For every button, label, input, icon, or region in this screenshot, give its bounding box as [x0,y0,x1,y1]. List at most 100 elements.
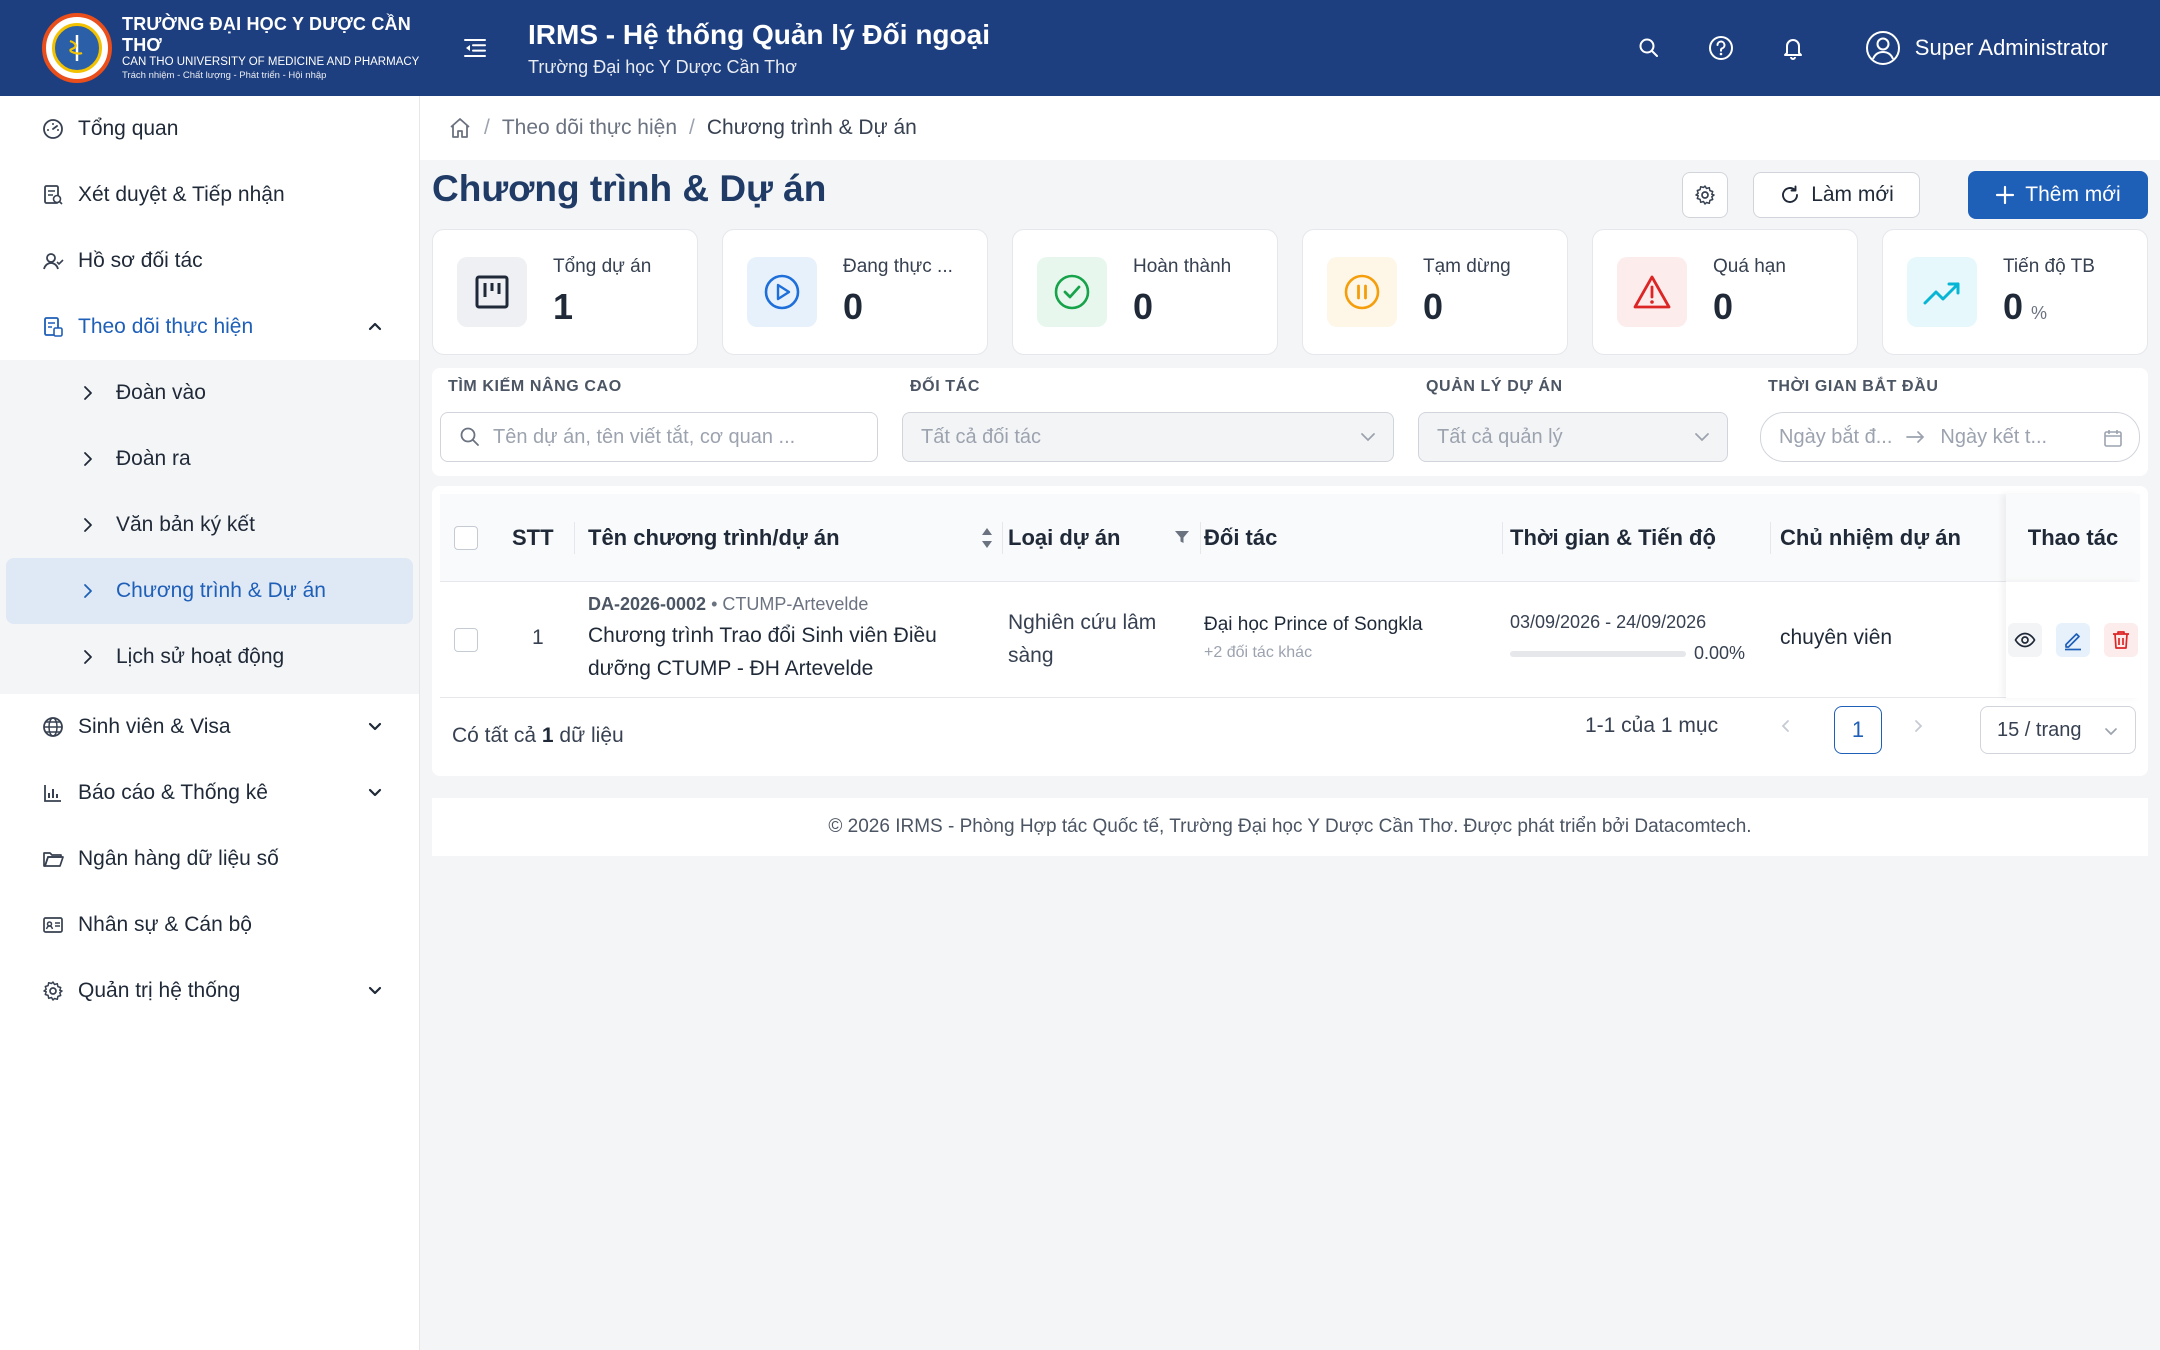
sidebar-item-partners[interactable]: Hồ sơ đối tác [0,228,419,294]
total-prefix: Có tất cả [452,724,542,747]
sidebar-item-review[interactable]: Xét duyệt & Tiếp nhận [0,162,419,228]
stat-card-completed[interactable]: Hoàn thành 0 [1012,229,1278,355]
sidebar-item-personnel[interactable]: Nhân sự & Cán bộ [0,892,419,958]
chevron-down-icon [1695,433,1709,442]
date-start-placeholder[interactable]: Ngày bắt đ... [1779,426,1892,449]
chevron-right-icon [84,386,92,400]
chevron-right-icon [84,650,92,664]
row-actions [2006,582,2140,698]
trend-up-icon [1923,282,1960,305]
pagination-range: 1-1 của 1 mục [1585,714,1719,737]
sort-icon[interactable] [980,526,994,550]
notifications-button[interactable] [1765,20,1821,76]
delete-button[interactable] [2104,623,2138,657]
breadcrumb-current: Chương trình & Dự án [706,116,917,139]
stat-card-in-progress[interactable]: Đang thực ... 0 [722,229,988,355]
page-size-select[interactable]: 15 / trang [1980,706,2136,754]
sidebar-subitem-outgoing-delegations[interactable]: Đoàn ra [0,426,419,492]
pause-icon [1344,274,1380,310]
top-header: TRƯỜNG ĐẠI HỌC Y DƯỢC CẦN THƠ CAN THO UN… [0,0,2160,96]
sidebar-item-reports[interactable]: Báo cáo & Thống kê [0,760,419,826]
search-icon [1639,38,1658,57]
projects-table: STT Tên chương trình/dự án Loại dự án Đố… [432,486,2148,776]
stat-label: Tổng dự án [553,256,652,277]
manager-select-value: Tất cả quản lý [1437,425,1563,448]
sidebar-item-label: Quản trị hệ thống [78,979,241,1002]
chevron-right-icon [84,452,92,466]
university-logo[interactable]: TRƯỜNG ĐẠI HỌC Y DƯỢC CẦN THƠ CAN THO UN… [0,0,420,96]
sidebar-subitem-activity-history[interactable]: Lịch sử hoạt động [0,624,419,690]
chevron-down-icon [368,788,382,797]
stat-icon-box [747,257,817,327]
stat-card-avg-progress[interactable]: Tiến độ TB 0% [1882,229,2148,355]
stat-card-total[interactable]: Tổng dự án 1 [432,229,698,355]
partner-select[interactable]: Tất cả đối tác [902,412,1394,462]
pagination-page-1[interactable]: 1 [1834,706,1882,754]
pagination-prev-button[interactable] [1774,714,1798,738]
stat-icon-box [457,257,527,327]
total-count-text: Có tất cả 1 dữ liệu [452,724,624,748]
filter-icon[interactable] [1174,529,1190,545]
sidebar-item-system-admin[interactable]: Quản trị hệ thống [0,958,419,1024]
sidebar-item-label: Hồ sơ đối tác [78,249,203,272]
table-header: STT Tên chương trình/dự án Loại dự án Đố… [440,494,2140,582]
sidebar-subitem-label: Lịch sử hoạt động [116,645,285,668]
column-settings-button[interactable] [1682,172,1728,218]
main-content: / Theo dõi thực hiện / Chương trình & Dự… [420,96,2160,1350]
chevron-down-icon [368,986,382,995]
column-header-project-type[interactable]: Loại dự án [1008,494,1121,582]
sidebar-subitem-programs-projects[interactable]: Chương trình & Dự án [6,558,413,624]
sidebar-item-tracking[interactable]: Theo dõi thực hiện [0,294,419,360]
project-name-link[interactable]: Chương trình Trao đổi Sinh viên Điều dưỡ… [588,619,978,685]
logo-motto: Trách nhiệm - Chất lượng - Phát triển - … [122,69,327,81]
breadcrumb-parent-link[interactable]: Theo dõi thực hiện [502,116,677,140]
view-button[interactable] [2008,623,2042,657]
partner-filter-label: ĐỐI TÁC [910,378,980,395]
sidebar-subitem-agreements[interactable]: Văn bản ký kết [0,492,419,558]
stat-value: 0 [843,286,864,327]
search-button[interactable] [1621,20,1677,76]
partner-name: Đại học Prince of Songkla [1204,614,1423,635]
tracking-submenu: Đoàn vào Đoàn ra Văn bản ký kết Chương t… [0,360,419,694]
folder-open-icon [42,848,64,870]
date-end-placeholder[interactable]: Ngày kết t... [1940,426,2047,449]
partner-more-link[interactable]: +2 đối tác khác [1204,644,1423,662]
chevron-right-icon [84,584,92,598]
sidebar-item-students-visa[interactable]: Sinh viên & Visa [0,694,419,760]
row-checkbox[interactable] [454,628,478,652]
chevron-left-icon [1781,720,1789,732]
menu-toggle-button[interactable] [445,18,505,78]
project-short-name: • CTUMP-Artevelde [706,594,869,614]
add-new-button[interactable]: Thêm mới [1968,171,2148,219]
sidebar-subitem-incoming-delegations[interactable]: Đoàn vào [0,360,419,426]
manager-select[interactable]: Tất cả quản lý [1418,412,1728,462]
filter-panel: TÌM KIẾM NÂNG CAO Tên dự án, tên viết tắ… [432,368,2148,476]
sidebar-item-overview[interactable]: Tổng quan [0,96,419,162]
stat-card-overdue[interactable]: Quá hạn 0 [1592,229,1858,355]
pagination-next-button[interactable] [1906,714,1930,738]
user-menu[interactable]: Super Administrator [1865,30,2108,66]
edit-button[interactable] [2056,623,2090,657]
arrow-right-icon [1906,431,1925,443]
stat-icon-box [1327,257,1397,327]
search-input[interactable]: Tên dự án, tên viết tắt, cơ quan ... [440,412,878,462]
total-count: 1 [541,724,554,747]
sidebar-item-label: Ngân hàng dữ liệu số [78,847,279,870]
partner-icon [42,250,64,272]
column-header-project-name[interactable]: Tên chương trình/dự án [588,494,840,582]
date-range-picker[interactable]: Ngày bắt đ... Ngày kết t... [1760,412,2140,462]
table-row[interactable]: 1 DA-2026-0002 • CTUMP-Artevelde Chương … [440,582,2140,698]
bell-icon [1783,39,1802,60]
sidebar-item-digital-data-bank[interactable]: Ngân hàng dữ liệu số [0,826,419,892]
chevron-right-icon [84,518,92,532]
page-footer: © 2026 IRMS - Phòng Hợp tác Quốc tế, Trư… [432,798,2148,856]
column-header-actions: Thao tác [2006,494,2140,582]
refresh-button[interactable]: Làm mới [1753,172,1920,218]
help-icon [1708,36,1733,60]
stat-value: 0 [1423,286,1444,327]
column-header-partner: Đối tác [1204,525,1278,550]
home-icon[interactable] [448,116,472,140]
stat-card-paused[interactable]: Tạm dừng 0 [1302,229,1568,355]
help-button[interactable] [1693,20,1749,76]
select-all-checkbox[interactable] [454,526,478,550]
